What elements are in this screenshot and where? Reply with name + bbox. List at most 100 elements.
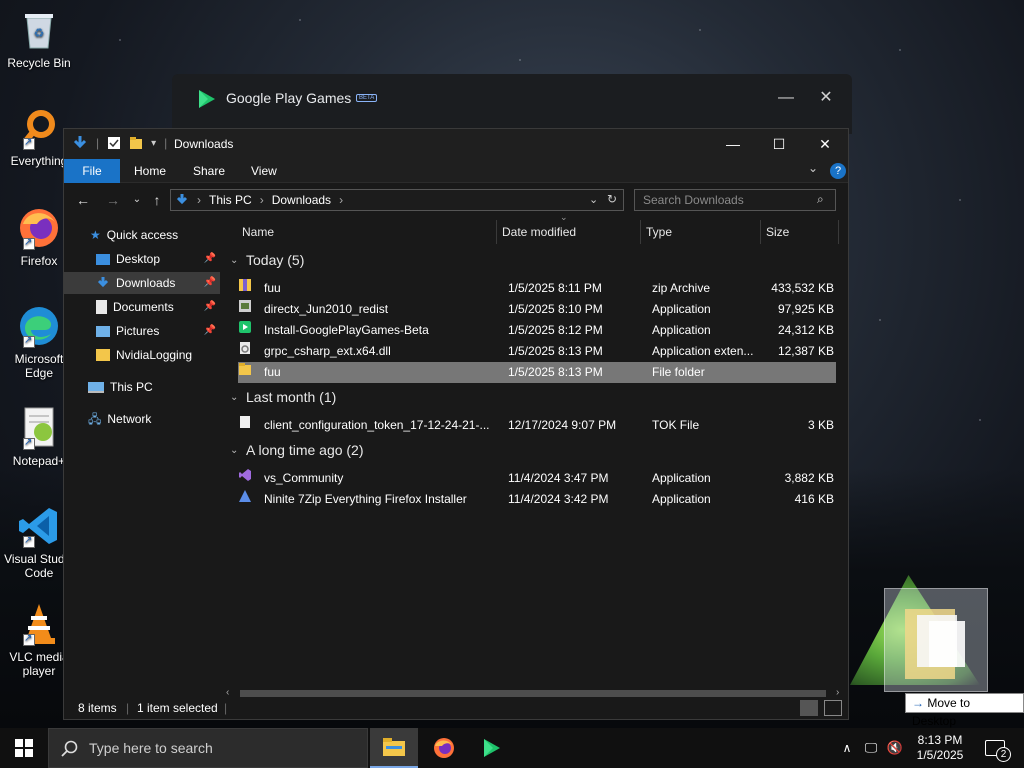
google-play-games-icon <box>199 90 215 108</box>
recent-locations-dropdown-icon[interactable]: ⌄ <box>128 191 146 209</box>
file-list[interactable]: Name ⌄ Date modified Type Size ⌄ Today (… <box>222 212 848 686</box>
details-view-icon[interactable] <box>800 700 818 716</box>
pin-icon: 📌 <box>203 253 216 264</box>
nav-item-documents[interactable]: Documents 📌 <box>96 296 220 318</box>
taskbar-firefox[interactable] <box>420 728 468 768</box>
explorer-titlebar[interactable]: | ▾ | Downloads — ☐ ✕ <box>64 129 848 159</box>
address-input[interactable]: › This PC › Downloads › ⌄ ↻ <box>170 189 624 211</box>
nav-item-desktop[interactable]: Desktop 📌 <box>96 248 220 270</box>
file-date: 1/5/2025 8:13 PM <box>508 344 603 358</box>
group-header-last-month[interactable]: ⌄ Last month (1) <box>230 389 336 405</box>
refresh-icon[interactable]: ↻ <box>607 192 617 206</box>
gpg-minimize-button[interactable]: — <box>776 88 796 108</box>
nav-item-nvidialogging[interactable]: NvidiaLogging <box>96 344 220 366</box>
group-header-today[interactable]: ⌄ Today (5) <box>230 252 304 268</box>
forward-button[interactable]: → <box>104 191 122 209</box>
nav-item-label: Pictures <box>116 324 160 338</box>
folder-icon <box>96 349 110 361</box>
nav-item-this-pc[interactable]: This PC <box>88 376 220 398</box>
column-header-type[interactable]: Type <box>646 218 672 246</box>
desktop-icon-recycle-bin[interactable]: ♻ Recycle Bin <box>4 8 74 70</box>
nav-item-pictures[interactable]: Pictures 📌 <box>96 320 220 342</box>
taskbar-search-input[interactable] <box>89 740 349 756</box>
file-explorer-window[interactable]: | ▾ | Downloads — ☐ ✕ File Home Share Vi… <box>63 128 849 720</box>
file-name: fuu <box>264 365 281 379</box>
network-status-icon[interactable]: 🖵 <box>860 728 882 768</box>
up-button[interactable]: ↑ <box>148 191 166 209</box>
taskbar-google-play-games[interactable] <box>468 728 516 768</box>
table-row-selected[interactable]: fuu 1/5/2025 8:13 PM File folder <box>238 362 836 383</box>
table-row[interactable]: directx_Jun2010_redist 1/5/2025 8:10 PM … <box>238 299 836 320</box>
volume-muted-icon[interactable]: 🔇 <box>884 728 906 768</box>
table-row[interactable]: grpc_csharp_ext.x64.dll 1/5/2025 8:13 PM… <box>238 341 836 362</box>
table-row[interactable]: Install-GooglePlayGames-Beta 1/5/2025 8:… <box>238 320 836 341</box>
new-folder-icon[interactable] <box>129 136 143 150</box>
nav-item-quick-access[interactable]: ★ Quick access <box>90 224 220 246</box>
taskbar-file-explorer[interactable] <box>370 728 418 768</box>
pin-icon: 📌 <box>203 301 216 312</box>
desktop-icon <box>96 253 110 265</box>
visual-studio-icon <box>239 469 251 481</box>
search-input[interactable] <box>643 193 813 207</box>
column-separator[interactable] <box>760 220 761 244</box>
column-separator[interactable] <box>838 220 839 244</box>
google-play-games-window[interactable]: Google Play Games BETA — ✕ <box>172 74 852 134</box>
help-icon[interactable]: ? <box>830 163 846 179</box>
quick-access-toolbar-dropdown-icon[interactable]: ▾ <box>151 138 156 149</box>
start-button[interactable] <box>0 728 48 768</box>
group-header-long-time-ago[interactable]: ⌄ A long time ago (2) <box>230 442 364 458</box>
group-label: Last month (1) <box>246 389 337 405</box>
tab-share[interactable]: Share <box>193 159 225 183</box>
close-button[interactable]: ✕ <box>802 129 848 159</box>
properties-check-icon[interactable] <box>107 136 121 150</box>
nav-item-network[interactable]: 🖧 Network <box>88 408 220 430</box>
separator-icon: | <box>96 136 100 150</box>
file-name: directx_Jun2010_redist <box>264 302 389 316</box>
ribbon-tabs: File Home Share View ⌄ ? <box>64 159 848 183</box>
breadcrumb-chevron-icon: › <box>339 193 344 207</box>
address-dropdown-icon[interactable]: ⌄ <box>589 193 598 206</box>
table-row[interactable]: client_configuration_token_17-12-24-21-.… <box>238 415 836 436</box>
table-row[interactable]: vs_Community 11/4/2024 3:47 PM Applicati… <box>238 468 836 489</box>
minimize-button[interactable]: — <box>710 129 756 159</box>
maximize-button[interactable]: ☐ <box>756 129 802 159</box>
file-size: 416 KB <box>794 492 834 506</box>
group-label: Today (5) <box>246 252 305 268</box>
column-separator[interactable] <box>640 220 641 244</box>
recycle-bin-icon: ♻ <box>17 8 61 52</box>
file-name: fuu <box>264 281 281 295</box>
taskbar-search-box[interactable] <box>48 728 368 768</box>
show-hidden-icons-chevron-icon[interactable]: ∧ <box>838 728 856 768</box>
file-name: vs_Community <box>264 471 344 485</box>
tab-file[interactable]: File <box>64 159 120 183</box>
nav-item-downloads[interactable]: Downloads 📌 <box>64 272 220 294</box>
file-size: 3,882 KB <box>784 471 834 485</box>
nav-item-label: Downloads <box>116 276 176 290</box>
tab-home[interactable]: Home <box>134 159 166 183</box>
column-header-size[interactable]: Size <box>766 218 789 246</box>
file-type: Application <box>652 492 711 506</box>
desktop-icon-label: Recycle Bin <box>7 56 71 70</box>
breadcrumb-downloads[interactable]: Downloads <box>272 193 331 207</box>
status-selected-count: 1 item selected <box>137 701 218 715</box>
computer-icon <box>88 381 104 393</box>
table-row[interactable]: Ninite 7Zip Everything Firefox Installer… <box>238 489 836 510</box>
table-row[interactable]: fuu 1/5/2025 8:11 PM zip Archive 433,532… <box>238 278 836 299</box>
chevron-down-icon: ⌄ <box>230 444 239 456</box>
column-header-date[interactable]: Date modified <box>502 218 576 246</box>
file-date: 1/5/2025 8:11 PM <box>508 281 602 295</box>
column-header-name[interactable]: Name <box>242 218 274 246</box>
back-button[interactable]: ← <box>74 191 92 209</box>
file-size: 97,925 KB <box>777 302 834 316</box>
column-separator[interactable] <box>496 220 497 244</box>
clock[interactable]: 8:13 PM 1/5/2025 <box>910 728 970 768</box>
gpg-close-button[interactable]: ✕ <box>816 88 836 108</box>
breadcrumb-this-pc[interactable]: This PC <box>209 193 252 207</box>
search-box[interactable]: ⌕ <box>634 189 836 211</box>
expand-ribbon-icon[interactable]: ⌄ <box>808 161 818 175</box>
large-icons-view-icon[interactable] <box>824 700 842 716</box>
tab-view[interactable]: View <box>251 159 277 183</box>
file-type: zip Archive <box>652 281 711 295</box>
nav-item-label: Documents <box>113 300 174 314</box>
action-center-button[interactable]: 2 <box>980 728 1011 768</box>
